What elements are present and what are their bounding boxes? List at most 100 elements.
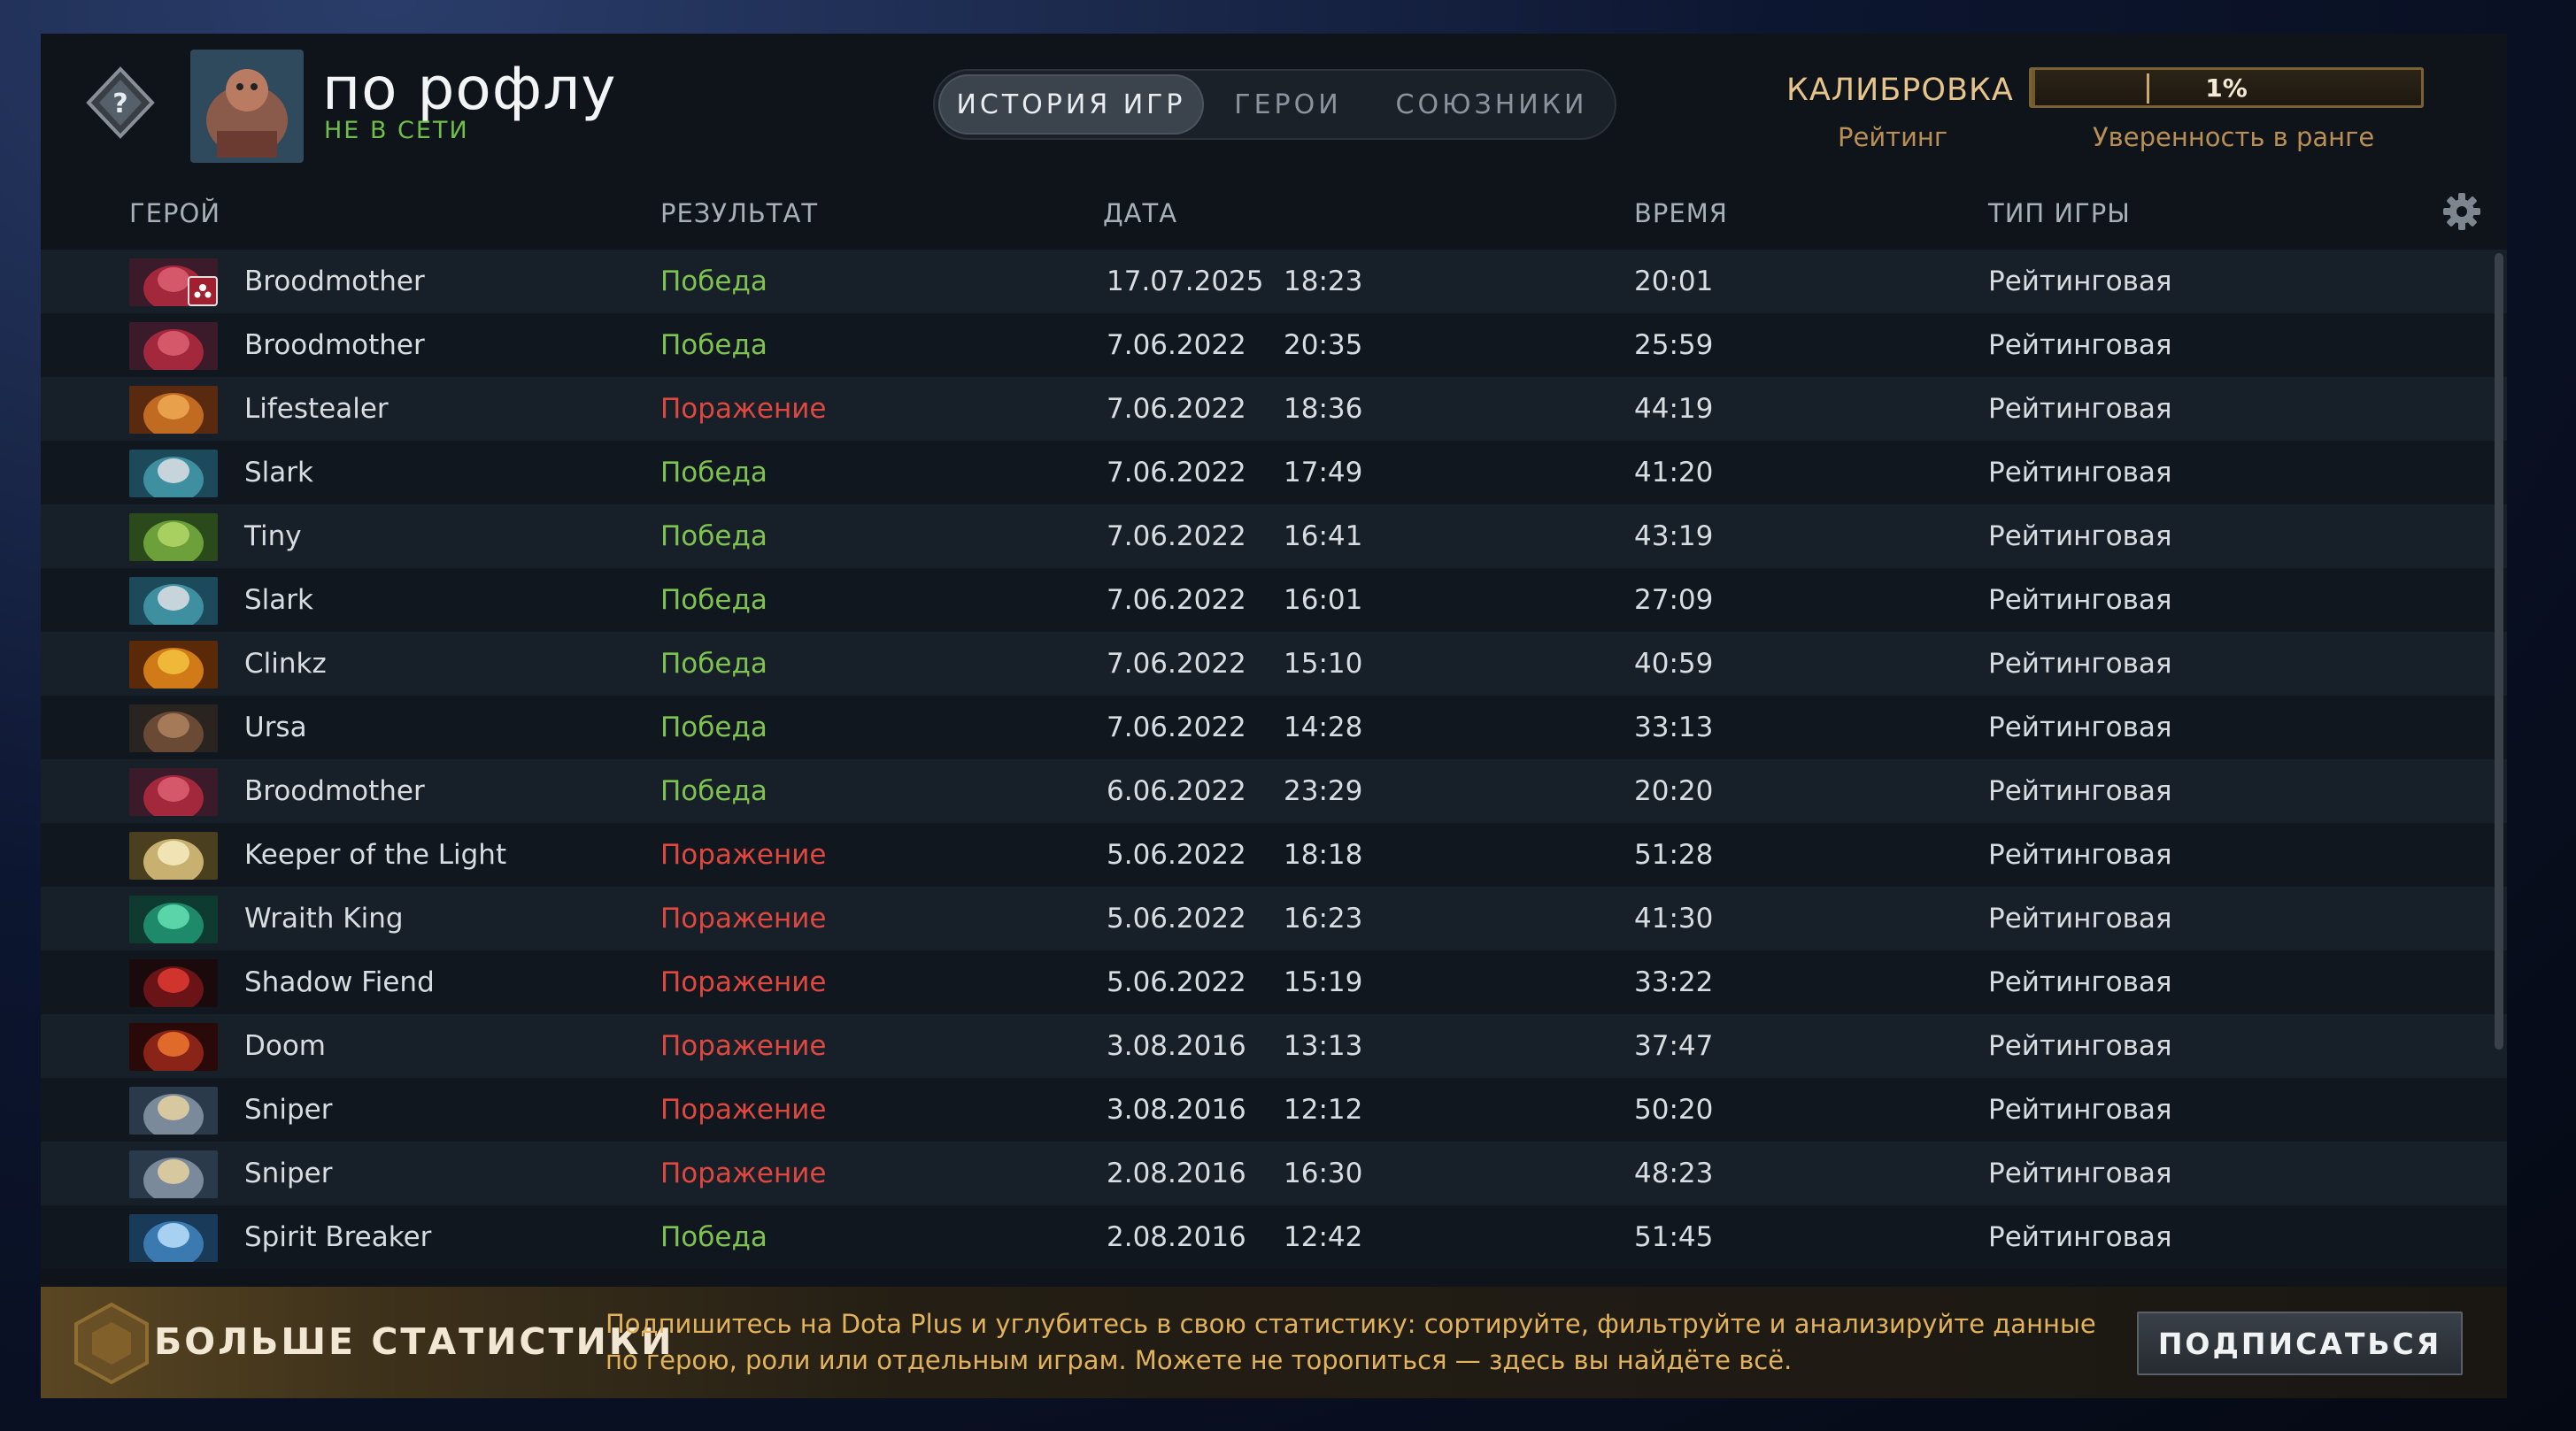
game-type: Рейтинговая xyxy=(1988,393,2172,425)
match-result: Поражение xyxy=(660,966,827,998)
match-row[interactable]: Wraith King Поражение 5.06.2022 16:23 41:30 Р… xyxy=(41,887,2507,950)
match-row[interactable]: Sniper Поражение 2.08.2016 16:30 48:23 Рейтин… xyxy=(41,1142,2507,1205)
match-result: Победа xyxy=(660,648,767,680)
match-row[interactable]: Clinkz Победа 7.06.2022 15:10 40:59 Рейтингов… xyxy=(41,632,2507,696)
match-duration: 44:19 xyxy=(1634,393,1714,425)
hero-portrait xyxy=(129,1023,218,1071)
match-row[interactable]: Spirit Breaker Победа 2.08.2016 12:42 51:45 Р… xyxy=(41,1205,2507,1269)
column-header-date[interactable]: ДАТА xyxy=(1103,198,1177,228)
match-date: 5.06.2022 xyxy=(1107,903,1246,935)
column-header-result[interactable]: РЕЗУЛЬТАТ xyxy=(660,198,818,228)
hero-name: Slark xyxy=(244,584,313,616)
match-result: Победа xyxy=(660,457,767,489)
match-start-time: 13:13 xyxy=(1284,1030,1363,1062)
match-start-time: 18:36 xyxy=(1284,393,1363,425)
match-result: Поражение xyxy=(660,1158,827,1189)
rank-confidence-bar: 1% xyxy=(2029,67,2424,108)
hero-portrait xyxy=(129,641,218,689)
match-duration: 41:30 xyxy=(1634,903,1714,935)
tab-heroes[interactable]: ГЕРОИ xyxy=(1204,74,1372,135)
party-match-icon xyxy=(188,276,218,306)
player-name: по рофлу xyxy=(322,55,617,123)
hero-name: Spirit Breaker xyxy=(244,1221,432,1253)
column-header-hero[interactable]: ГЕРОЙ xyxy=(129,198,220,228)
match-row[interactable]: Doom Поражение 3.08.2016 13:13 37:47 Рейтинго… xyxy=(41,1014,2507,1078)
match-result: Победа xyxy=(660,584,767,616)
match-result: Поражение xyxy=(660,839,827,871)
hero-portrait xyxy=(129,768,218,816)
match-start-time: 23:29 xyxy=(1284,775,1363,807)
hero-name: Broodmother xyxy=(244,775,425,807)
hero-name: Sniper xyxy=(244,1094,333,1126)
hero-name: Slark xyxy=(244,457,313,489)
rank-confidence-label: Уверенность в ранге xyxy=(2093,122,2375,152)
hero-portrait xyxy=(129,258,218,306)
hero-portrait xyxy=(129,577,218,625)
promo-title: БОЛЬШЕ СТАТИСТИКИ xyxy=(154,1320,675,1363)
match-start-time: 16:41 xyxy=(1284,520,1363,552)
dota-plus-promo: БОЛЬШЕ СТАТИСТИКИ Подпишитесь на Dota Pl… xyxy=(41,1287,2507,1398)
match-duration: 33:22 xyxy=(1634,966,1714,998)
hero-name: Broodmother xyxy=(244,265,425,297)
rating-label: Рейтинг xyxy=(1838,122,1948,152)
match-duration: 27:09 xyxy=(1634,584,1714,616)
match-result: Поражение xyxy=(660,1030,827,1062)
match-duration: 33:13 xyxy=(1634,712,1714,743)
match-start-time: 12:42 xyxy=(1284,1221,1363,1253)
hero-portrait xyxy=(129,513,218,561)
tab-match-history[interactable]: ИСТОРИЯ ИГР xyxy=(938,74,1204,135)
view-tabs: ИСТОРИЯ ИГР ГЕРОИ СОЮЗНИКИ xyxy=(933,69,1616,140)
match-row[interactable]: Broodmother Победа 6.06.2022 23:29 20:20 Рейт… xyxy=(41,759,2507,823)
rank-medal-icon[interactable]: ? xyxy=(81,64,159,142)
tab-allies[interactable]: СОЮЗНИКИ xyxy=(1372,74,1611,135)
hero-name: Wraith King xyxy=(244,903,404,935)
match-row[interactable]: Broodmother Победа 7.06.2022 20:35 25:59 Рейт… xyxy=(41,313,2507,377)
hero-portrait xyxy=(129,1150,218,1198)
match-duration: 40:59 xyxy=(1634,648,1714,680)
hero-portrait xyxy=(129,959,218,1007)
calibration-title: КАЛИБРОВКА xyxy=(1786,73,2014,108)
match-duration: 48:23 xyxy=(1634,1158,1714,1189)
match-row[interactable]: Slark Победа 7.06.2022 17:49 41:20 Рейтингова… xyxy=(41,441,2507,504)
match-result: Поражение xyxy=(660,903,827,935)
match-start-time: 20:35 xyxy=(1284,329,1363,361)
match-row[interactable]: Keeper of the Light Поражение 5.06.2022 18:… xyxy=(41,823,2507,887)
match-result: Победа xyxy=(660,1221,767,1253)
game-type: Рейтинговая xyxy=(1988,457,2172,489)
match-row[interactable]: Tiny Победа 7.06.2022 16:41 43:19 Рейтинговая xyxy=(41,504,2507,568)
game-type: Рейтинговая xyxy=(1988,520,2172,552)
match-result: Победа xyxy=(660,775,767,807)
game-type: Рейтинговая xyxy=(1988,1221,2172,1253)
match-start-time: 14:28 xyxy=(1284,712,1363,743)
match-row[interactable]: Lifestealer Поражение 7.06.2022 18:36 44:19 Р… xyxy=(41,377,2507,441)
column-header-duration[interactable]: ВРЕМЯ xyxy=(1634,198,1728,228)
column-header-game-type[interactable]: ТИП ИГРЫ xyxy=(1988,198,2131,228)
game-type: Рейтинговая xyxy=(1988,584,2172,616)
match-start-time: 16:30 xyxy=(1284,1158,1363,1189)
match-row[interactable]: Broodmother Победа 17.07.2025 18:23 20:01 Рей… xyxy=(41,250,2507,313)
hero-name: Clinkz xyxy=(244,648,327,680)
game-type: Рейтинговая xyxy=(1988,648,2172,680)
hero-portrait xyxy=(129,1087,218,1135)
match-row[interactable]: Ursa Победа 7.06.2022 14:28 33:13 Рейтинговая xyxy=(41,696,2507,759)
hero-portrait xyxy=(129,832,218,880)
game-type: Рейтинговая xyxy=(1988,966,2172,998)
match-duration: 43:19 xyxy=(1634,520,1714,552)
hero-name: Shadow Fiend xyxy=(244,966,435,998)
match-list: Broodmother Победа 17.07.2025 18:23 20:01 Рей… xyxy=(41,250,2507,1294)
match-row[interactable]: Sniper Поражение 3.08.2016 12:12 50:20 Рейтин… xyxy=(41,1078,2507,1142)
match-start-time: 12:12 xyxy=(1284,1094,1363,1126)
match-row[interactable]: Shadow Fiend Поражение 5.06.2022 15:19 33:22… xyxy=(41,950,2507,1014)
match-date: 2.08.2016 xyxy=(1107,1221,1246,1253)
hero-name: Sniper xyxy=(244,1158,333,1189)
match-duration: 37:47 xyxy=(1634,1030,1714,1062)
subscribe-button[interactable]: ПОДПИСАТЬСЯ xyxy=(2137,1312,2463,1375)
match-row[interactable]: Slark Победа 7.06.2022 16:01 27:09 Рейтингова… xyxy=(41,568,2507,632)
match-list-scrollbar[interactable] xyxy=(2495,253,2503,1050)
player-avatar[interactable] xyxy=(190,50,304,163)
match-result: Победа xyxy=(660,520,767,552)
game-type: Рейтинговая xyxy=(1988,1094,2172,1126)
hero-portrait xyxy=(129,704,218,752)
match-date: 7.06.2022 xyxy=(1107,648,1246,680)
gear-icon[interactable] xyxy=(2441,191,2482,232)
